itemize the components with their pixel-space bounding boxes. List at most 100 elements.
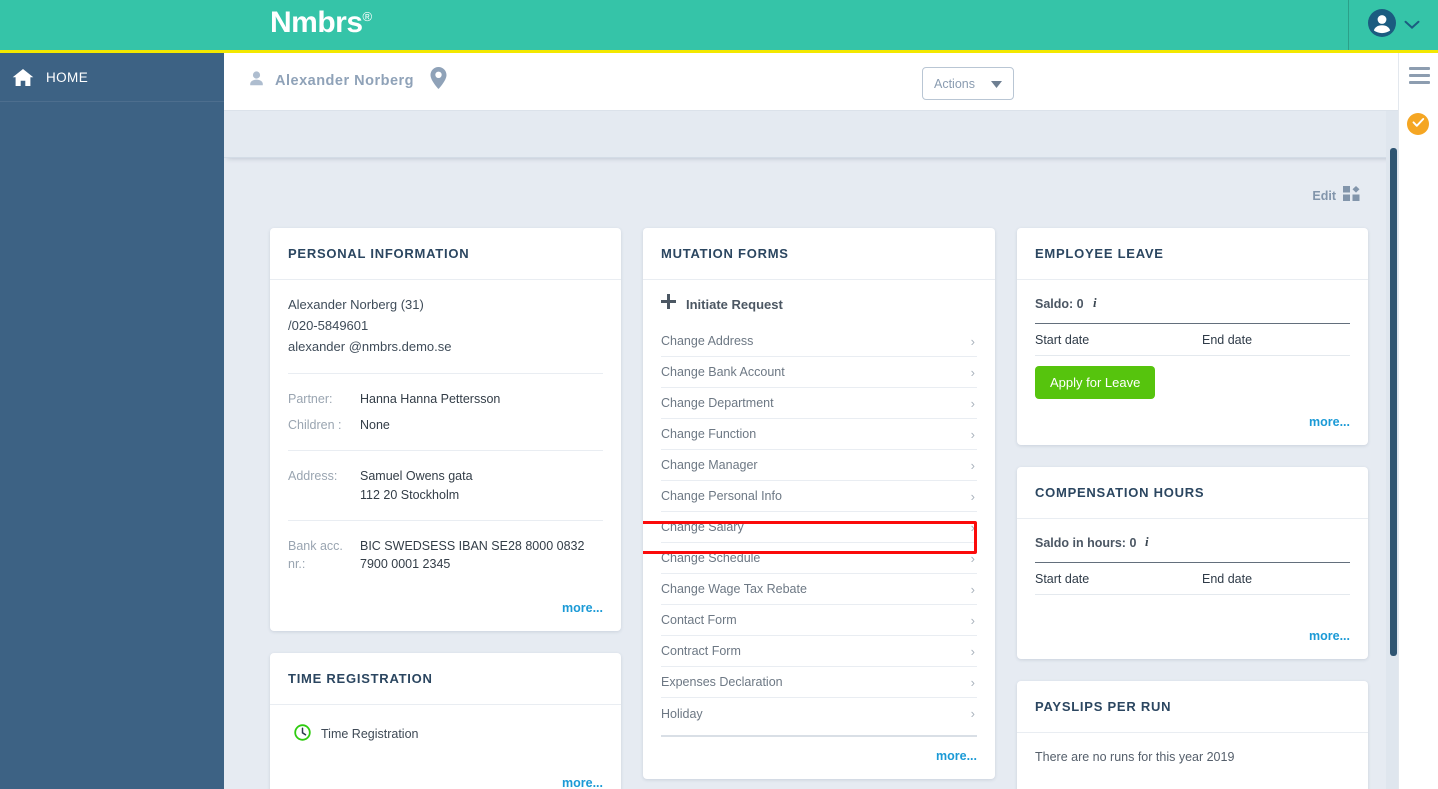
mutation-form-item-change-function[interactable]: Change Function › [661,419,977,450]
right-utility-panel [1398,53,1438,789]
mutation-form-item-change-wage-tax-rebate[interactable]: Change Wage Tax Rebate › [661,574,977,605]
address-line: Samuel Owens gata [360,469,473,484]
column-right: EMPLOYEE LEAVE Saldo: 0 i Start date End… [1017,228,1368,789]
main-content: Edit PERSONAL INFORMATION Alexander Norb… [224,158,1398,789]
vertical-scrollbar-thumb[interactable] [1390,148,1397,656]
card-header: TIME REGISTRATION [270,653,621,705]
chevron-right-icon: › [970,706,975,721]
chevron-right-icon: › [970,457,975,473]
list-item[interactable]: Time Registration [288,705,603,764]
svg-text:i: i [1093,295,1097,309]
chevron-right-icon: › [970,395,975,411]
card-mutation-forms: MUTATION FORMS Initiate Request Change A… [643,228,995,779]
mutation-form-item-change-schedule[interactable]: Change Schedule › [661,543,977,574]
map-pin-icon[interactable] [430,67,447,94]
mutation-form-item-change-manager[interactable]: Change Manager › [661,450,977,481]
info-icon[interactable]: i [1091,295,1102,312]
chevron-right-icon: › [970,581,975,597]
actions-label: Actions [934,76,975,91]
list-item-label: Holiday [661,706,703,721]
list-item-label: Change Personal Info [661,489,782,503]
list-item-label: Change Manager [661,458,758,472]
chevron-down-icon [1404,17,1420,35]
list-bottom-rule [661,735,977,737]
card-header: EMPLOYEE LEAVE [1017,228,1368,280]
card-employee-leave: EMPLOYEE LEAVE Saldo: 0 i Start date End… [1017,228,1368,445]
info-icon[interactable]: i [1143,534,1154,551]
hamburger-menu-icon[interactable] [1409,67,1430,88]
card-footer: more... [1017,617,1368,659]
avatar [1367,8,1397,43]
mutation-form-item-change-address[interactable]: Change Address › [661,326,977,357]
mutation-form-item-change-personal-info[interactable]: Change Personal Info › [661,481,977,512]
table-row: Children : None [288,412,603,438]
card-body: Alexander Norberg (31) /020-5849601 alex… [270,280,621,589]
mutation-form-item-expenses-declaration[interactable]: Expenses Declaration › [661,667,977,698]
page-title: COMPENSATION HOURS [1035,485,1205,500]
chevron-right-icon: › [970,333,975,349]
initiate-request-button[interactable]: Initiate Request [661,280,977,326]
column-middle: MUTATION FORMS Initiate Request Change A… [643,228,995,789]
card-footer: more... [1017,403,1368,445]
chevron-right-icon: › [970,364,975,380]
brand-name: Nmbrs [270,6,363,39]
user-avatar-menu[interactable] [1367,8,1420,43]
saldo-label: Saldo: 0 [1035,296,1084,311]
card-footer: more... [1017,774,1368,789]
app-root: HOME Nmbrs® Alexander Norberg Actions Ed… [0,0,1438,789]
sidebar-item-home[interactable]: HOME [0,53,224,102]
page-title: PAYSLIPS PER RUN [1035,699,1172,714]
saldo-label: Saldo in hours: 0 [1035,535,1137,550]
chevron-down-icon [991,75,1002,93]
actions-dropdown-button[interactable]: Actions [922,67,1014,100]
list-item-label: Change Wage Tax Rebate [661,582,807,596]
page-title: PERSONAL INFORMATION [288,246,470,261]
header-yellow-rule [224,50,1438,53]
more-link[interactable]: more... [562,601,603,615]
chevron-right-icon: › [970,612,975,628]
initiate-request-label: Initiate Request [686,296,783,312]
chevron-right-icon: › [970,426,975,442]
personal-relations-group: Partner: Hanna Hanna Pettersson Children… [288,374,603,452]
clock-icon [294,724,311,744]
mutation-form-item-contact-form[interactable]: Contact Form › [661,605,977,636]
compensation-saldo: Saldo in hours: 0 i [1035,519,1350,563]
mutation-form-item-change-bank-account[interactable]: Change Bank Account › [661,357,977,388]
address-line: 112 20 Stockholm [360,487,460,502]
field-value: BIC SWEDSESS IBAN SE28 8000 0832 7900 00… [360,538,585,571]
list-item-label: Time Registration [321,726,419,741]
edit-dashboard-button[interactable]: Edit [1312,186,1360,206]
mutation-form-item-contract-form[interactable]: Contract Form › [661,636,977,667]
hamburger-bar [1409,67,1430,70]
employee-identity[interactable]: Alexander Norberg [248,67,447,94]
brand-logo: Nmbrs® [270,6,372,40]
more-link[interactable]: more... [936,749,977,763]
personal-address-group: Address: Samuel Owens gata 112 20 Stockh… [288,451,603,521]
edit-label: Edit [1312,189,1336,203]
field-label: Bank acc. nr.: [288,538,343,571]
sidebar-item-home-label: HOME [46,69,89,85]
status-badge[interactable] [1407,113,1429,135]
compensation-table-header: Start date End date [1035,563,1350,595]
list-item-label: Change Address [661,334,754,348]
mutation-form-item-holiday[interactable]: Holiday › [661,698,977,729]
card-footer: more... [270,764,621,789]
apply-for-leave-button[interactable]: Apply for Leave [1035,366,1156,399]
page-title: EMPLOYEE LEAVE [1035,246,1164,261]
more-link[interactable]: more... [562,776,603,789]
mutation-form-item-change-department[interactable]: Change Department › [661,388,977,419]
card-body: Saldo: 0 i Start date End date Apply for… [1017,280,1368,403]
leave-table-header: Start date End date [1035,324,1350,356]
more-link[interactable]: more... [1309,415,1350,429]
plus-icon [661,294,676,314]
summary-line: /020-5849601 [288,318,369,334]
more-link[interactable]: more... [1309,629,1350,643]
card-body: Saldo in hours: 0 i Start date End date [1017,519,1368,617]
hamburger-bar [1409,81,1430,84]
summary-line: Alexander Norberg (31) [288,297,424,312]
mutation-form-item-change-salary[interactable]: Change Salary › [661,512,977,543]
hamburger-bar [1409,74,1430,77]
list-item-label: Change Schedule [661,551,761,565]
column-header-end-date: End date [1202,333,1253,347]
